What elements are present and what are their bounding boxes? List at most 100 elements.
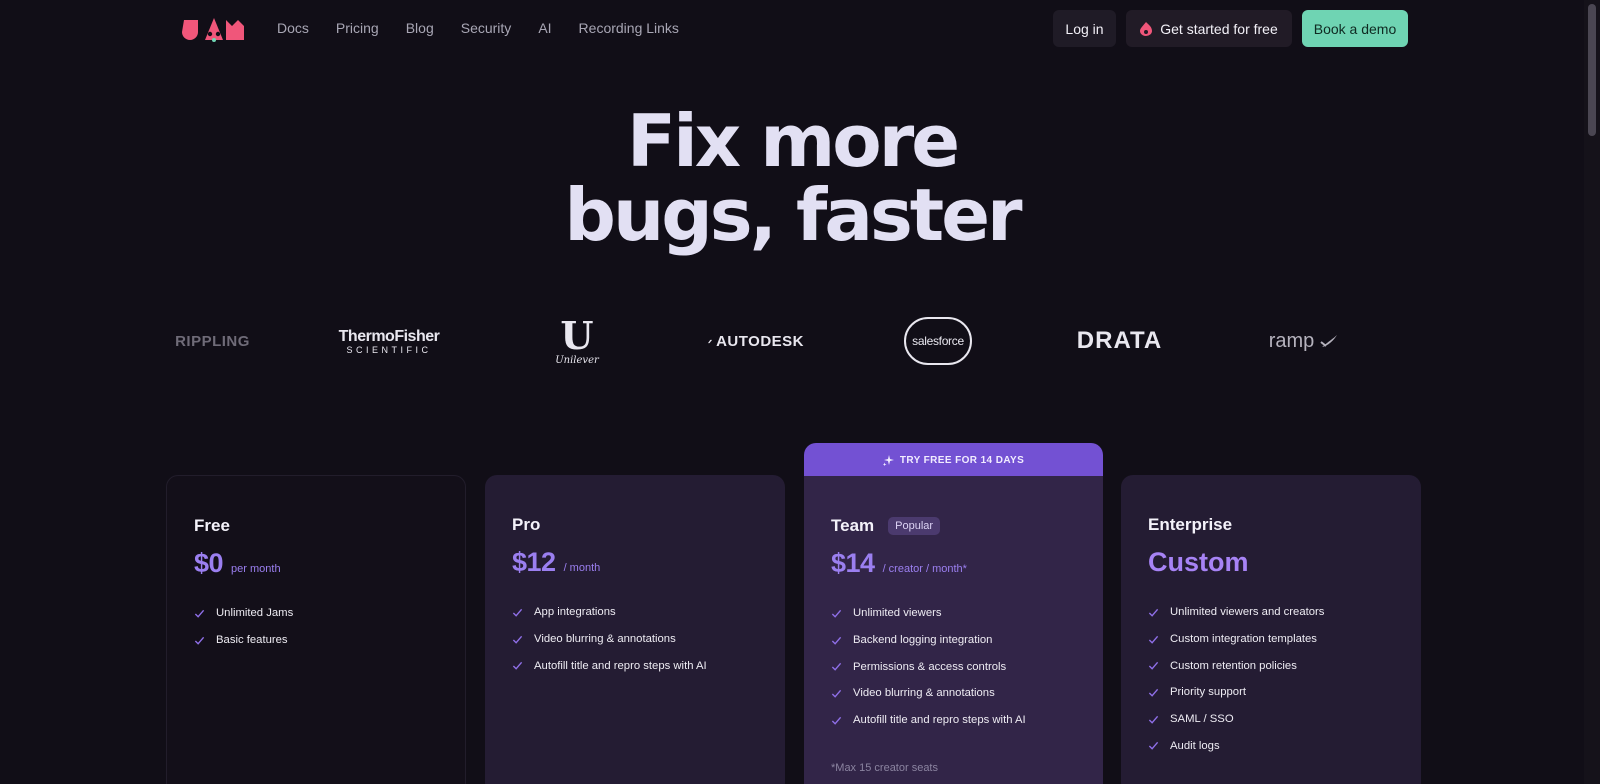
ramp-logo: ramp (1266, 308, 1341, 374)
hero-line-1: Fix more (626, 99, 960, 183)
plan-price: $14 (831, 548, 875, 578)
feature-item: Permissions & access controls (831, 653, 1026, 680)
check-icon (512, 635, 523, 644)
check-icon (831, 636, 842, 645)
salesforce-logo-text: salesforce (912, 334, 964, 348)
feature-text: Priority support (1170, 686, 1246, 699)
plan-features: Unlimited viewers Backend logging integr… (831, 600, 1026, 733)
plan-name: Free (194, 516, 230, 536)
rippling-logo-text: RIPPLING (175, 332, 250, 350)
login-button[interactable]: Log in (1053, 10, 1116, 47)
plan-card-enterprise: Enterprise Custom Unlimited viewers and … (1121, 475, 1421, 784)
feature-text: Audit logs (1170, 739, 1220, 752)
feature-item: Unlimited Jams (194, 600, 293, 627)
get-started-label: Get started for free (1160, 20, 1278, 37)
feature-text: Backend logging integration (853, 634, 993, 647)
plan-name: Pro (512, 515, 540, 535)
popular-badge: Popular (888, 517, 941, 535)
unilever-logo: U Unilever (555, 308, 599, 374)
feature-item: SAML / SSO (1148, 706, 1324, 733)
plan-price-row: $12 / month (512, 547, 600, 578)
check-icon (194, 609, 205, 618)
plan-price: $0 (194, 548, 224, 578)
autodesk-logo: AUTODESK (708, 308, 804, 374)
plan-price-row: $14 / creator / month* (831, 548, 967, 579)
plan-name: Enterprise (1148, 515, 1232, 535)
check-icon (1148, 608, 1159, 617)
nav-security[interactable]: Security (461, 18, 512, 38)
thermo-fisher-main: ThermoFisher (338, 327, 440, 345)
get-started-button[interactable]: Get started for free (1126, 10, 1292, 47)
ramp-logo-text: ramp (1268, 329, 1315, 352)
check-icon (512, 662, 523, 670)
feature-item: Custom integration templates (1148, 626, 1324, 653)
feature-item: Video blurring & annotations (831, 680, 1026, 707)
plan-name-enterprise: Enterprise (1148, 515, 1233, 534)
check-icon (1148, 688, 1159, 697)
drata-logo: DRATA (1072, 308, 1167, 374)
feature-text: Basic features (216, 634, 288, 647)
plan-features: Unlimited viewers and creators Custom in… (1148, 599, 1324, 759)
hero-heading: Fix more bugs, faster (0, 104, 1584, 252)
page-scrollbar[interactable] (1584, 0, 1600, 784)
autodesk-logo-text: AUTODESK (716, 332, 804, 350)
check-icon (831, 716, 842, 725)
feature-item: Autofill title and repro steps with AI (512, 652, 707, 679)
book-demo-button[interactable]: Book a demo (1302, 10, 1408, 47)
feature-item: Audit logs (1148, 732, 1324, 759)
check-icon (194, 636, 205, 645)
drata-logo-text: DRATA (1076, 327, 1163, 354)
customer-logos: RIPPLING ThermoFisher SCIENTIFIC U Unile… (165, 308, 1423, 374)
feature-text: Video blurring & annotations (853, 687, 995, 700)
flame-icon (1140, 21, 1153, 36)
nav-blog[interactable]: Blog (406, 18, 434, 38)
thermo-fisher-logo: ThermoFisher SCIENTIFIC (338, 308, 440, 374)
feature-text: Custom integration templates (1170, 633, 1317, 646)
plan-features: Unlimited Jams Basic features (194, 600, 293, 653)
plan-card-team: Team Popular $14 / creator / month* Unli… (804, 476, 1103, 784)
feature-item: App integrations (512, 599, 707, 626)
check-icon (512, 608, 523, 617)
check-icon (831, 689, 842, 698)
check-icon (1148, 662, 1159, 670)
feature-text: Unlimited Jams (216, 607, 294, 620)
check-icon (831, 663, 842, 671)
plan-price: $12 (512, 547, 556, 577)
plan-price-unit: / creator / month* (882, 563, 967, 575)
feature-text: App integrations (534, 606, 616, 619)
feature-item: Priority support (1148, 679, 1324, 706)
unilever-mark: U (560, 312, 594, 358)
plan-card-pro: Pro $12 / month App integrations Video b… (485, 475, 785, 784)
rippling-logo: RIPPLING (165, 308, 260, 374)
check-icon (1148, 742, 1159, 751)
nav-recording-links[interactable]: Recording Links (579, 18, 679, 38)
team-trial-text: TRY FREE FOR 14 DAYS (899, 455, 1025, 466)
plan-name-free: Free (194, 516, 230, 535)
nav-docs[interactable]: Docs (277, 18, 309, 38)
hero-line-2: bugs, faster (564, 173, 1022, 257)
nav-ai[interactable]: AI (538, 18, 551, 38)
feature-item: Custom retention policies (1148, 652, 1324, 679)
plan-name-pro: Pro (512, 515, 541, 534)
salesforce-cloud: salesforce (904, 317, 972, 365)
plan-name: Team Popular (831, 516, 941, 536)
feature-text: Autofill title and repro steps with AI (853, 714, 1026, 727)
feature-item: Basic features (194, 627, 293, 654)
nav-pricing[interactable]: Pricing (336, 18, 379, 38)
check-icon (1148, 635, 1159, 644)
feature-item: Backend logging integration (831, 627, 1026, 654)
jam-logo[interactable] (182, 14, 246, 42)
plan-price-unit: / month (563, 562, 601, 574)
thermo-fisher-sub: SCIENTIFIC (346, 344, 432, 355)
feature-text: SAML / SSO (1170, 713, 1234, 726)
book-demo-label: Book a demo (1313, 20, 1397, 37)
feature-item: Autofill title and repro steps with AI (831, 707, 1026, 734)
plan-price-row: $0 per month (194, 548, 281, 579)
scrollbar-thumb[interactable] (1588, 4, 1596, 136)
unilever-text: Unilever (555, 354, 599, 366)
plan-card-free: Free $0 per month Unlimited Jams Basic f… (166, 475, 466, 784)
sparkle-icon (882, 455, 894, 466)
feature-item: Video blurring & annotations (512, 626, 707, 653)
login-button-label: Log in (1065, 20, 1104, 37)
salesforce-logo: salesforce (904, 308, 972, 374)
